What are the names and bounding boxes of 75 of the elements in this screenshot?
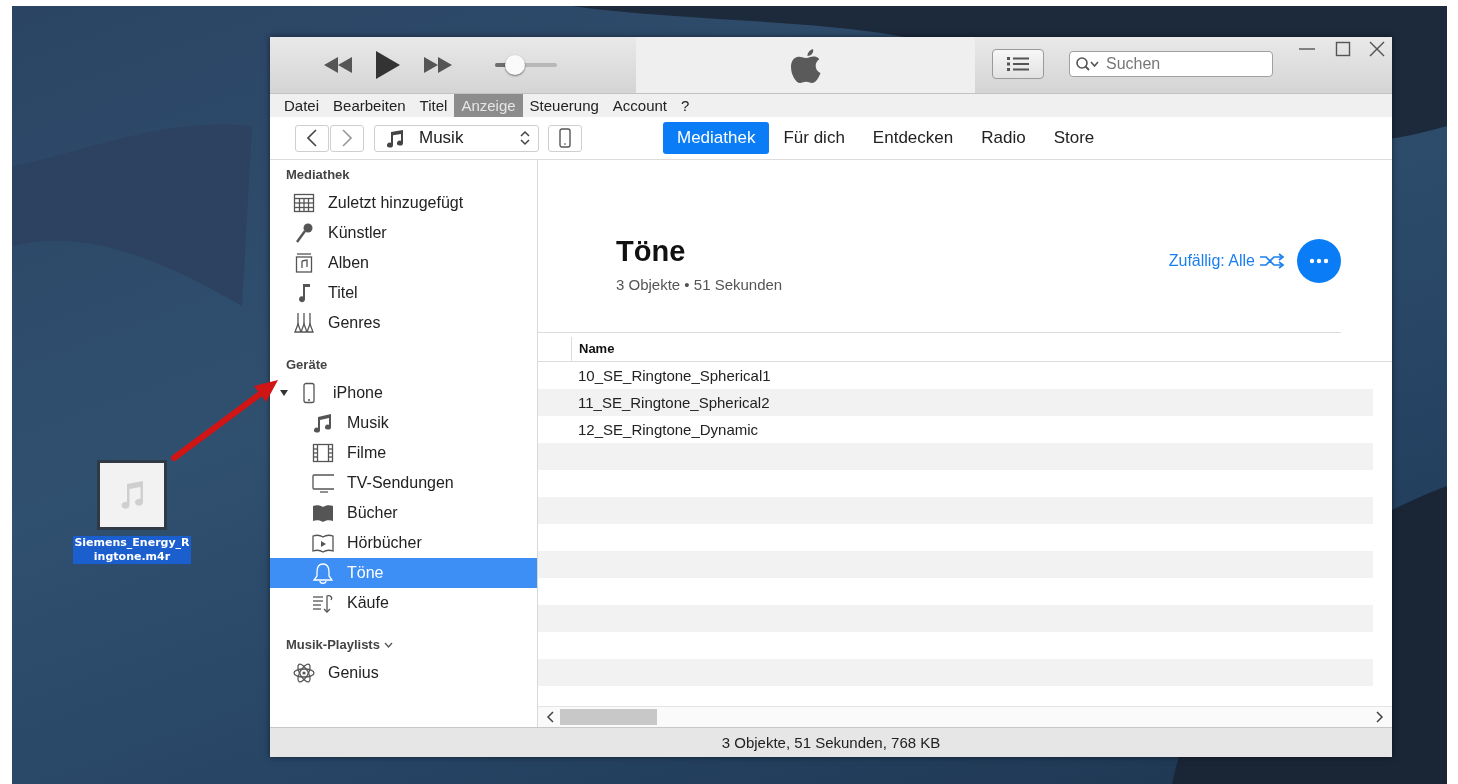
sidebar-item[interactable]: iPhone xyxy=(288,378,537,408)
play-icon[interactable] xyxy=(375,50,401,80)
sidebar-item[interactable]: Genres xyxy=(270,308,537,338)
tab[interactable]: Radio xyxy=(967,122,1040,154)
table-cell: 12_SE_Ringtone_Dynamic xyxy=(578,421,759,438)
sidebar-item[interactable]: Musik xyxy=(270,408,537,438)
menu-item[interactable]: Steuerung xyxy=(522,94,606,117)
sidebar-item[interactable]: Filme xyxy=(270,438,537,468)
album-icon xyxy=(293,252,315,274)
tab[interactable]: Mediathek xyxy=(663,122,770,154)
page-title: Töne xyxy=(616,235,687,268)
shuffle-icon xyxy=(1259,253,1285,269)
menu-item[interactable]: Datei xyxy=(277,94,327,117)
section-heading: Geräte xyxy=(286,356,328,372)
page-subtitle: 3 Objekte • 51 Sekunden xyxy=(616,276,783,293)
file-name-label[interactable]: Siemens_Energy_Ringtone.m4r xyxy=(73,536,191,564)
fast-forward-icon[interactable] xyxy=(423,55,453,75)
sidebar-item[interactable]: TV-Sendungen xyxy=(270,468,537,498)
up-down-arrows-icon xyxy=(520,130,530,146)
table-cell: 11_SE_Ringtone_Spherical2 xyxy=(578,394,770,411)
chevron-right-icon xyxy=(342,129,352,147)
music-note-icon xyxy=(312,412,334,434)
list-with-note-icon xyxy=(312,592,334,614)
maximize-icon[interactable] xyxy=(1335,41,1351,57)
close-icon[interactable] xyxy=(1369,41,1385,57)
audio-file-icon[interactable] xyxy=(97,460,167,530)
table-cell: 10_SE_Ringtone_Spherical1 xyxy=(578,367,771,384)
status-bar: 3 Objekte, 51 Sekunden, 768 KB xyxy=(270,727,1392,757)
numbered-list-icon xyxy=(1006,56,1030,72)
section-heading: Mediathek xyxy=(286,166,350,182)
sidebar-item[interactable]: Titel xyxy=(270,278,537,308)
rewind-icon[interactable] xyxy=(323,55,353,75)
more-options-button[interactable] xyxy=(1297,239,1341,283)
shuffle-link[interactable]: Zufällig: Alle xyxy=(1168,252,1285,270)
sidebar-item[interactable]: Alben xyxy=(270,248,537,278)
search-icon xyxy=(1075,56,1101,72)
book-icon xyxy=(312,502,334,524)
sidebar-item[interactable]: Bücher xyxy=(270,498,537,528)
dropdown-value: Musik xyxy=(419,128,465,148)
back-button[interactable] xyxy=(295,124,329,152)
disclosure-triangle-down-icon[interactable] xyxy=(280,389,288,397)
search-field[interactable]: Suchen xyxy=(1069,51,1273,77)
up-next-button[interactable] xyxy=(992,49,1044,79)
monitor-icon xyxy=(312,472,334,494)
tab[interactable]: Für dich xyxy=(769,122,859,154)
ellipsis-icon xyxy=(1309,258,1329,264)
column-header[interactable]: Name xyxy=(571,337,621,361)
tab[interactable]: Entdecken xyxy=(858,122,968,154)
device-button[interactable] xyxy=(548,124,582,152)
sidebar-item[interactable]: Zuletzt hinzugefügt xyxy=(270,188,537,218)
chevron-left-icon xyxy=(307,129,317,147)
scroll-right-icon[interactable] xyxy=(1376,711,1384,723)
menu-item[interactable]: Titel xyxy=(412,94,455,117)
film-icon xyxy=(312,442,334,464)
guitars-icon xyxy=(293,312,315,334)
sidebar-item[interactable]: Käufe xyxy=(270,588,537,618)
scroll-left-icon[interactable] xyxy=(546,711,554,723)
sidebar-item[interactable]: Genius xyxy=(270,658,537,688)
sidebar-item[interactable]: Künstler xyxy=(270,218,537,248)
sidebar-item[interactable]: Hörbücher xyxy=(270,528,537,558)
menu-item[interactable]: Account xyxy=(605,94,675,117)
media-type-dropdown[interactable]: Musik xyxy=(374,124,539,152)
calendar-icon xyxy=(293,192,315,214)
music-note-icon xyxy=(385,128,405,148)
microphone-icon xyxy=(293,222,315,244)
audiobook-icon xyxy=(312,532,334,554)
menu-item[interactable]: ? xyxy=(674,94,697,117)
menu-item[interactable]: Bearbeiten xyxy=(326,94,413,117)
chevron-down-icon[interactable] xyxy=(383,642,393,648)
tab[interactable]: Store xyxy=(1039,122,1109,154)
section-heading: Musik-Playlists xyxy=(286,636,380,652)
bell-icon xyxy=(312,562,334,584)
atom-icon xyxy=(293,662,315,684)
phone-icon xyxy=(559,128,571,148)
scrollbar-thumb[interactable] xyxy=(560,709,657,725)
